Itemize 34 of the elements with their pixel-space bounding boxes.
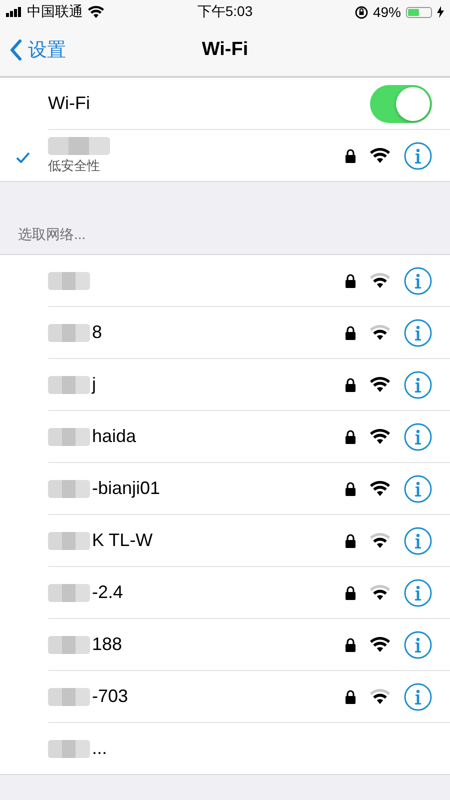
info-icon[interactable] xyxy=(404,474,432,502)
back-button[interactable]: 设置 xyxy=(0,37,66,63)
info-icon[interactable] xyxy=(404,318,432,346)
security-note: 低安全性 xyxy=(48,156,101,174)
battery-icon xyxy=(406,6,432,18)
battery-percent: 49% xyxy=(372,4,401,20)
info-icon[interactable] xyxy=(404,370,432,398)
network-name[interactable]: 8 xyxy=(92,322,102,343)
wifi-icon xyxy=(88,6,104,18)
network-name[interactable]: -2.4 xyxy=(92,582,124,603)
page-title: Wi-Fi xyxy=(202,39,248,61)
info-icon[interactable] xyxy=(404,682,432,710)
info-icon[interactable] xyxy=(404,526,432,554)
carrier-name: 中国联通 xyxy=(27,3,83,21)
section-header: 选取网络... xyxy=(18,226,86,244)
info-icon[interactable] xyxy=(404,578,432,606)
network-name[interactable]: haida xyxy=(92,426,136,447)
signal-icon xyxy=(6,7,22,17)
charging-icon xyxy=(437,6,444,18)
info-icon[interactable] xyxy=(404,266,432,294)
network-name[interactable]: -bianji01 xyxy=(92,478,160,499)
chevron-left-icon xyxy=(10,39,22,61)
network-name[interactable]: K TL-W xyxy=(92,530,153,551)
network-name[interactable]: -703 xyxy=(92,686,128,707)
info-icon[interactable] xyxy=(404,630,432,658)
info-icon[interactable] xyxy=(404,422,432,450)
info-icon[interactable] xyxy=(404,142,432,170)
other-network-item[interactable]: ... xyxy=(92,738,108,759)
network-name[interactable]: 188 xyxy=(92,634,122,655)
wifi-toggle[interactable] xyxy=(370,84,432,122)
status-time: 下午5:03 xyxy=(197,3,253,21)
wifi-label: Wi-Fi xyxy=(48,93,90,114)
network-name[interactable]: j xyxy=(92,374,96,395)
rotation-lock-icon xyxy=(354,6,368,18)
